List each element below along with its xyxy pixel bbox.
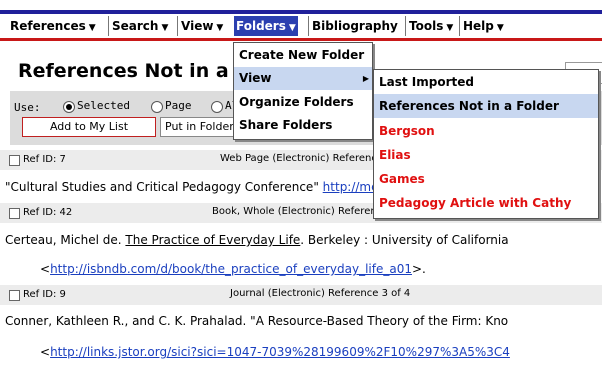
menu-help[interactable]: Help ▼	[461, 16, 506, 36]
submenu-item-references-not-in-folder[interactable]: References Not in a Folder	[374, 94, 598, 118]
menu-view[interactable]: View ▼	[179, 16, 225, 36]
reference-citation: Certeau, Michel de. The Practice of Ever…	[5, 233, 509, 247]
menu-bibliography[interactable]: Bibliography	[310, 16, 400, 36]
chevron-right-icon: ▶	[362, 74, 369, 83]
submenu-folder-elias[interactable]: Elias	[374, 143, 598, 167]
chevron-down-icon: ▼	[496, 23, 504, 33]
ref-id: Ref ID: 9	[23, 289, 66, 300]
chevron-down-icon: ▼	[288, 23, 296, 33]
chevron-down-icon: ▼	[216, 23, 224, 33]
menu-item-create-new-folder[interactable]: Create New Folder	[234, 44, 372, 67]
reference-checkbox[interactable]	[9, 290, 20, 301]
chevron-down-icon: ▼	[88, 23, 96, 33]
menu-folders[interactable]: Folders ▼	[234, 16, 298, 36]
reference-link[interactable]: http://isbndb.com/d/book/the_practice_of…	[50, 262, 412, 276]
submenu-folder-bergson[interactable]: Bergson	[374, 119, 598, 143]
chevron-down-icon: ▼	[161, 23, 169, 33]
menu-item-view[interactable]: View ▶	[234, 67, 372, 90]
book-title: The Practice of Everyday Life	[125, 233, 301, 247]
radio-selected-label: Selected	[77, 99, 130, 112]
folders-dropdown: Create New Folder View ▶ Organize Folder…	[233, 42, 373, 140]
use-label: Use:	[14, 101, 41, 114]
menu-search[interactable]: Search ▼	[110, 16, 170, 36]
reference-checkbox[interactable]	[9, 155, 20, 166]
radio-page-label: Page	[165, 99, 192, 112]
view-submenu: Last Imported References Not in a Folder…	[373, 69, 599, 219]
ref-id: Ref ID: 42	[23, 207, 73, 218]
menu-stripe-bottom	[0, 38, 602, 41]
reference-url-line: <http://isbndb.com/d/book/the_practice_o…	[40, 262, 426, 276]
menu-item-organize-folders[interactable]: Organize Folders	[234, 91, 372, 114]
radio-selected[interactable]	[63, 101, 75, 113]
add-to-my-list-button[interactable]: Add to My List	[22, 117, 156, 137]
submenu-folder-games[interactable]: Games	[374, 167, 598, 191]
menu-stripe-top	[0, 10, 602, 14]
ref-type: Journal (Electronic) Reference 3 of 4	[230, 288, 411, 299]
ref-id: Ref ID: 7	[23, 154, 66, 165]
reference-checkbox[interactable]	[9, 208, 20, 219]
reference-url-line: <http://links.jstor.org/sici?sici=1047-7…	[40, 345, 510, 359]
submenu-folder-pedagogy-article-with-cathy[interactable]: Pedagogy Article with Cathy	[374, 191, 598, 215]
reference-citation: Conner, Kathleen R., and C. K. Prahalad.…	[5, 314, 509, 328]
chevron-down-icon: ▼	[446, 23, 454, 33]
put-in-folder-button[interactable]: Put in Folder	[160, 117, 236, 137]
radio-page[interactable]	[151, 101, 163, 113]
menu-bar: References ▼ Search ▼ View ▼ Folders ▼ Bibli…	[0, 0, 602, 41]
radio-all[interactable]	[211, 101, 223, 113]
reference-link[interactable]: http://links.jstor.org/sici?sici=1047-70…	[50, 345, 510, 359]
submenu-item-last-imported[interactable]: Last Imported	[374, 70, 598, 94]
menu-references[interactable]: References ▼	[8, 16, 98, 36]
menu-tools[interactable]: Tools ▼	[407, 16, 455, 36]
menu-item-share-folders[interactable]: Share Folders	[234, 114, 372, 137]
